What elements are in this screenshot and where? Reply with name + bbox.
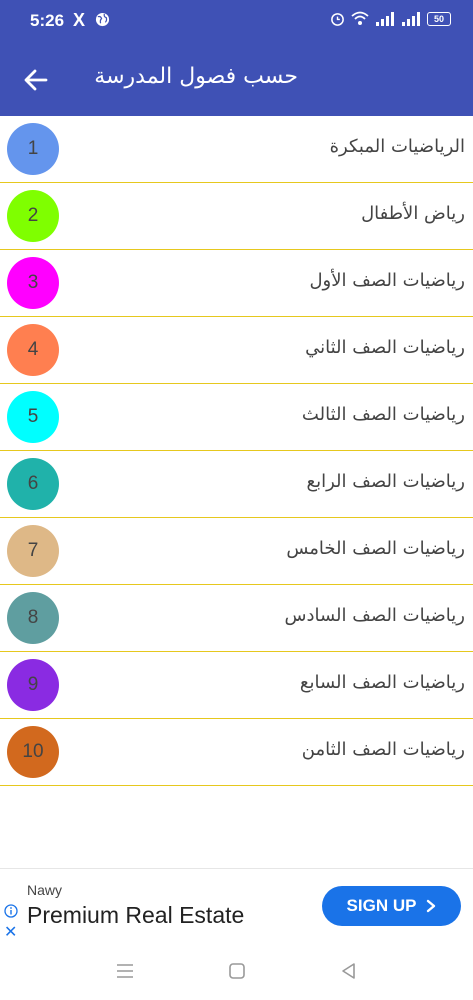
grade-label: الرياضيات المبكرة <box>329 136 465 157</box>
grade-number-badge: 10 <box>7 726 59 778</box>
grade-number-badge: 9 <box>7 659 59 711</box>
battery-icon: 50 <box>427 11 451 26</box>
signal-icon <box>376 11 394 26</box>
grade-number-badge: 2 <box>7 190 59 242</box>
globe-icon <box>95 12 110 27</box>
grade-label: رياضيات الصف الثاني <box>305 337 465 358</box>
grade-label: رياض الأطفال <box>361 203 465 224</box>
status-bar: 5:26 X 50 <box>0 0 473 42</box>
x-logo-icon: X <box>73 10 86 30</box>
grade-label: رياضيات الصف الرابع <box>306 471 465 492</box>
back-triangle-icon[interactable] <box>338 960 360 982</box>
grade-number-badge: 4 <box>7 324 59 376</box>
grade-list-item[interactable]: 1 الرياضيات المبكرة <box>0 116 473 183</box>
app-bar: حسب فصول المدرسة <box>0 42 473 116</box>
ad-advertiser: Nawy <box>27 882 63 898</box>
system-nav-bar <box>0 942 473 1000</box>
page-title: حسب فصول المدرسة <box>94 64 298 89</box>
grade-label: رياضيات الصف الأول <box>309 270 465 291</box>
grade-number-badge: 5 <box>7 391 59 443</box>
grade-number-badge: 6 <box>7 458 59 510</box>
grade-label: رياضيات الصف السادس <box>284 605 465 626</box>
close-icon[interactable]: ✕ <box>4 922 17 941</box>
grade-number-badge: 3 <box>7 257 59 309</box>
grade-label: رياضيات الصف السابع <box>299 672 465 693</box>
sign-up-button[interactable]: SIGN UP <box>322 886 461 926</box>
alarm-icon <box>331 13 344 26</box>
grade-list-item[interactable]: 3 رياضيات الصف الأول <box>0 250 473 317</box>
home-square-icon[interactable] <box>226 960 248 982</box>
grade-list-item[interactable]: 6 رياضيات الصف الرابع <box>0 451 473 518</box>
ad-banner[interactable]: ✕ Nawy Premium Real Estate SIGN UP <box>0 868 473 943</box>
menu-icon[interactable] <box>114 960 136 982</box>
signal-icon <box>402 11 420 26</box>
info-icon[interactable] <box>4 904 18 918</box>
grade-number-badge: 8 <box>7 592 59 644</box>
ad-headline[interactable]: Premium Real Estate <box>27 902 244 929</box>
grade-number-badge: 1 <box>7 123 59 175</box>
grade-list-item[interactable]: 10 رياضيات الصف الثامن <box>0 719 473 786</box>
grade-list-item[interactable]: 9 رياضيات الصف السابع <box>0 652 473 719</box>
grade-list: 1 الرياضيات المبكرة 2 رياض الأطفال 3 رياضيات … <box>0 116 473 786</box>
grade-label: رياضيات الصف الثالث <box>301 404 465 425</box>
status-icons: 50 <box>330 11 451 26</box>
grade-number-badge: 7 <box>7 525 59 577</box>
wifi-icon <box>351 11 369 25</box>
sign-up-label: SIGN UP <box>346 896 417 915</box>
chevron-right-icon <box>427 899 436 913</box>
grade-list-item[interactable]: 5 رياضيات الصف الثالث <box>0 384 473 451</box>
grade-label: رياضيات الصف الثامن <box>301 739 465 760</box>
grade-list-item[interactable]: 7 رياضيات الصف الخامس <box>0 518 473 585</box>
grade-label: رياضيات الصف الخامس <box>286 538 465 559</box>
grade-list-item[interactable]: 4 رياضيات الصف الثاني <box>0 317 473 384</box>
grade-list-item[interactable]: 8 رياضيات الصف السادس <box>0 585 473 652</box>
back-button[interactable] <box>22 66 50 94</box>
status-time: 5:26 <box>30 11 65 30</box>
grade-list-item[interactable]: 2 رياض الأطفال <box>0 183 473 250</box>
